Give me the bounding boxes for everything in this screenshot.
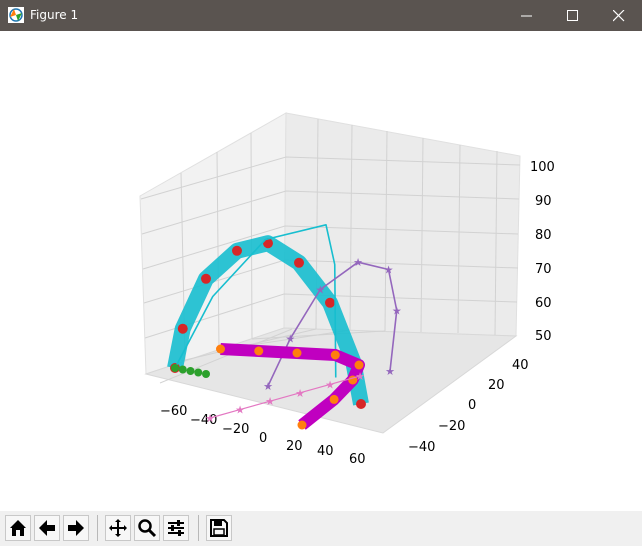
maximize-button[interactable]	[550, 0, 596, 31]
arrow-left-icon	[39, 520, 55, 536]
series-marker-5	[194, 368, 203, 377]
series-marker-0	[325, 297, 335, 308]
series-marker-4: ★	[325, 378, 335, 391]
series-marker-4: ★	[265, 395, 275, 408]
z-tick-label: 50	[535, 329, 552, 344]
series-marker-4: ★	[235, 404, 245, 417]
sliders-icon	[168, 520, 184, 536]
home-icon	[10, 520, 26, 536]
series-marker-4: ★	[295, 387, 305, 400]
z-tick-label: 70	[535, 262, 552, 277]
x-tick-label: 0	[259, 431, 267, 446]
series-marker-4: ★	[205, 412, 215, 425]
z-tick-label: 60	[535, 296, 552, 311]
series-marker-0	[294, 257, 304, 268]
z-tick-label: 100	[530, 160, 555, 175]
arrow-right-icon	[68, 520, 84, 536]
series-marker-3	[297, 420, 307, 430]
magnifier-icon	[138, 519, 157, 538]
z-tick-label: 80	[535, 228, 552, 243]
series-marker-3	[216, 344, 225, 354]
series-marker-2: ★	[263, 380, 273, 393]
series-marker-3	[330, 350, 340, 360]
series-marker-5	[171, 364, 179, 372]
series-marker-2: ★	[353, 256, 363, 269]
app-icon	[8, 7, 24, 23]
series-marker-0	[177, 323, 188, 334]
x-tick-label: −20	[222, 422, 249, 437]
series-marker-3	[354, 360, 364, 370]
y-tick-label: −20	[438, 419, 465, 434]
zoom-button[interactable]	[134, 515, 160, 541]
floppy-disk-icon	[210, 519, 228, 537]
move-icon	[109, 519, 127, 537]
x-tick-label: 40	[317, 444, 334, 459]
forward-button[interactable]	[63, 515, 89, 541]
home-button[interactable]	[5, 515, 31, 541]
series-marker-0	[356, 399, 366, 409]
z-tick-labels: 50 60 70 80 90 100	[530, 160, 555, 344]
back-pane	[283, 112, 521, 337]
window-title: Figure 1	[30, 8, 79, 22]
series-marker-2: ★	[385, 365, 395, 378]
series-marker-5	[178, 365, 187, 374]
title-bar: Figure 1	[0, 0, 642, 31]
configure-subplots-button[interactable]	[163, 515, 189, 541]
toolbar-divider	[97, 515, 98, 541]
series-marker-5	[202, 370, 210, 378]
x-tick-label: 60	[349, 452, 366, 467]
series-marker-2: ★	[392, 305, 402, 318]
y-tick-label: 20	[488, 378, 505, 393]
back-button[interactable]	[34, 515, 60, 541]
close-icon	[613, 10, 625, 22]
minimize-button[interactable]	[504, 0, 550, 31]
figure-canvas[interactable]: −60 −40 −20 0 20 40 60 −40 −20 0 20 40 5…	[0, 31, 642, 511]
series-marker-3	[254, 346, 264, 356]
series-marker-0	[201, 273, 211, 284]
series-marker-2: ★	[384, 264, 394, 277]
series-marker-4: ★	[355, 370, 365, 383]
series-marker-3	[292, 348, 302, 358]
series-marker-5	[186, 367, 195, 375]
3d-plot[interactable]: −60 −40 −20 0 20 40 60 −40 −20 0 20 40 5…	[0, 31, 642, 511]
series-marker-3	[329, 394, 339, 404]
y-tick-label: 40	[512, 358, 529, 373]
z-tick-label: 90	[535, 194, 552, 209]
minimize-icon	[521, 15, 532, 17]
maximize-icon	[567, 10, 578, 21]
navigation-toolbar	[0, 511, 642, 546]
toolbar-divider	[198, 515, 199, 541]
x-tick-label: −60	[160, 404, 187, 419]
series-marker-2: ★	[315, 284, 325, 297]
pan-button[interactable]	[105, 515, 131, 541]
save-button[interactable]	[206, 515, 232, 541]
series-marker-2: ★	[285, 333, 295, 346]
series-marker-0	[232, 245, 242, 256]
close-button[interactable]	[596, 0, 642, 31]
x-tick-label: 20	[286, 439, 303, 454]
y-tick-label: 0	[468, 398, 476, 413]
y-tick-label: −40	[408, 440, 435, 455]
